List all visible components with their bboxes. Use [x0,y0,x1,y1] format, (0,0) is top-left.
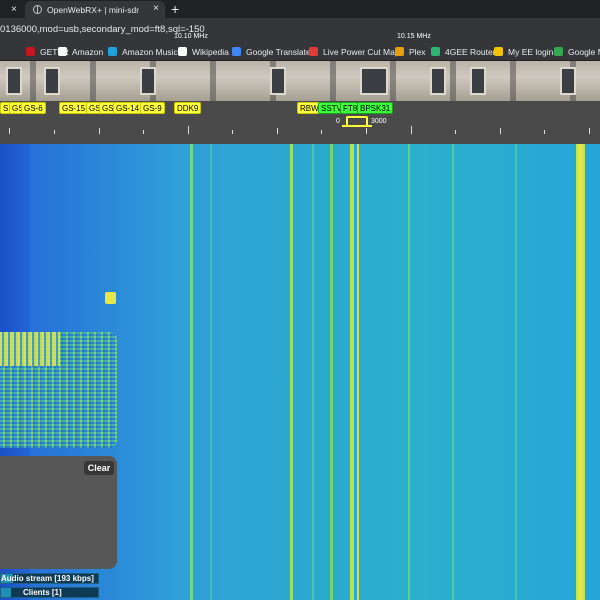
scale-label: 10.15 MHz [397,33,431,40]
tab-active[interactable]: × [0,1,24,18]
secondary-signal [0,332,60,366]
bookmark-label: 4GEE Router [445,46,496,57]
photo-window [44,67,60,95]
photo-window [560,67,576,95]
secondary-waterfall-panel[interactable] [0,332,117,448]
photo-window [430,67,446,95]
clear-button[interactable]: Clear [84,461,114,475]
scale-tick [321,130,322,134]
signal-trace [357,144,359,600]
sdr-bookmark[interactable]: DDK9 [174,102,202,114]
background-photo [0,61,600,101]
signal-trace [290,144,293,600]
bookmark-item[interactable]: Amazon Music [108,45,178,58]
bookmark-label: My EE login [508,46,554,57]
photo-window [360,67,388,95]
bookmark-label: Wikipedia [192,46,229,57]
bookmarks-bar: GETTR Amazon Amazon Music Wikipedia Google T… [0,42,600,61]
signal-trace [190,144,193,600]
amazon-icon [58,47,67,56]
photo-window [470,67,486,95]
bookmark-label: Plex [409,46,426,57]
bookmark-item[interactable]: Google Ma [554,45,600,58]
clients-label: Clients [1] [23,588,62,597]
bookmark-item[interactable]: Google Translate [232,45,311,58]
audio-stream-label: Audio stream [193 kbps] [1,574,94,583]
scale-tick [54,130,55,134]
bookmark-item[interactable]: Live Power Cut Map [309,45,400,58]
tab-title: OpenWebRX+ | mini-sdr [47,4,140,15]
photo-window [140,67,156,95]
scale-tick [99,128,100,134]
bookmark-label: Live Power Cut Map [323,46,400,57]
bookmark-label: Amazon [72,46,104,57]
sdr-bookmark[interactable]: BPSK31 [357,102,394,114]
ee-login-icon [494,47,503,56]
address-bar[interactable]: 0136000,mod=usb,secondary_mod=ft8,sql=-1… [0,18,600,42]
signal-burst [105,292,116,304]
bookmark-item[interactable]: Plex [395,45,426,58]
ee-router-icon [431,47,440,56]
bookmark-item[interactable]: Amazon [58,45,103,58]
signal-trace [452,144,454,600]
tab-openwebrx[interactable]: OpenWebRX+ | mini-sdr × [25,1,165,18]
passband-high-label: 3000 [371,118,387,125]
scale-tick [500,128,501,134]
photo-window [6,67,22,95]
sdr-bookmark[interactable]: GS-14 [113,102,143,114]
bookmark-item[interactable]: Wikipedia [178,45,229,58]
sdr-bookmark[interactable]: GS-15 [59,102,89,114]
plex-icon [395,47,404,56]
signal-trace [408,144,410,600]
bookmark-item[interactable]: My EE login [494,45,553,58]
passband-base [342,125,372,127]
globe-icon [33,5,42,14]
scale-tick [232,130,233,134]
close-icon[interactable]: × [153,3,159,14]
bookmark-label: Google Ma [568,46,600,57]
scale-tick [544,130,545,134]
audio-stream-status: Audio stream [193 kbps] [0,573,99,584]
bookmark-label: Google Translate [246,46,311,57]
close-icon[interactable]: × [11,4,17,15]
passband-low-label: 0 [336,118,340,125]
google-translate-icon [232,47,241,56]
signal-trace [210,144,212,600]
scale-tick [455,130,456,134]
signal-trace [330,144,333,600]
scale-tick [188,126,189,134]
signal-trace [350,144,354,600]
bookmark-label: Amazon Music [122,46,178,57]
ft8-messages-panel: Clear [0,456,117,569]
scale-tick [143,130,144,134]
signal-trace [515,144,517,600]
bookmark-item[interactable]: 4GEE Router [431,45,496,58]
google-maps-icon [554,47,563,56]
amazon-music-icon [108,47,117,56]
new-tab-button[interactable]: + [171,1,179,17]
scale-tick [277,128,278,134]
browser-tab-strip: × OpenWebRX+ | mini-sdr × + [0,0,600,18]
signal-trace [312,144,314,600]
scale-label: 10.10 MHz [174,33,208,40]
signal-trace-strong [576,144,585,600]
scale-tick [411,126,412,134]
photo-window [270,67,286,95]
gettr-icon [26,47,35,56]
clients-status: Clients [1] [0,587,99,598]
sdr-bookmark[interactable]: GS-9 [140,102,165,114]
sdr-bookmark[interactable]: GS-6 [21,102,46,114]
wikipedia-icon [178,47,187,56]
power-cut-icon [309,47,318,56]
scale-tick [9,128,10,134]
scale-tick [366,128,367,134]
scale-tick [589,128,590,134]
openwebrx-window: × OpenWebRX+ | mini-sdr × + 0136000,mod=… [0,0,600,600]
